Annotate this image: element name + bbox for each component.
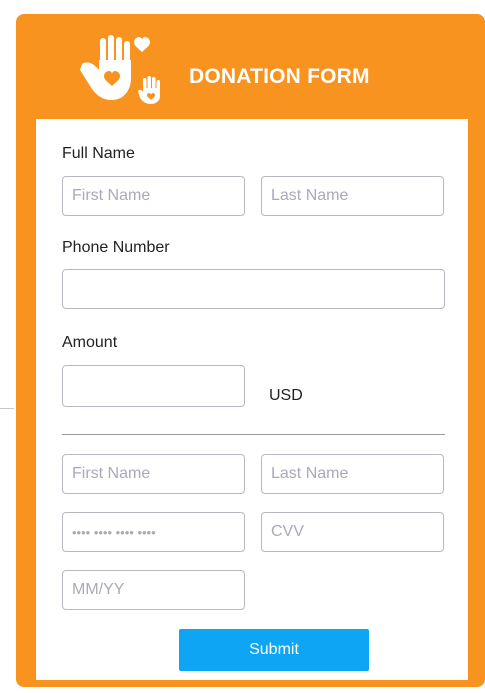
- full-name-label: Full Name: [62, 145, 135, 162]
- card-last-name-input[interactable]: [261, 454, 444, 494]
- form-title: DONATION FORM: [189, 65, 370, 88]
- stray-divider: [0, 408, 14, 409]
- amount-label: Amount: [62, 334, 118, 351]
- section-divider: [62, 434, 445, 435]
- first-name-input[interactable]: [62, 176, 245, 216]
- phone-input[interactable]: [62, 269, 445, 309]
- hands-heart-icon: [80, 35, 160, 104]
- expiry-input[interactable]: [62, 570, 245, 610]
- phone-label: Phone Number: [62, 239, 170, 256]
- submit-button[interactable]: Submit: [179, 629, 369, 671]
- cvv-input[interactable]: [261, 512, 444, 552]
- card-first-name-input[interactable]: [62, 454, 245, 494]
- form-panel: Full Name Phone Number Amount USD Submit: [36, 119, 468, 680]
- donation-card: DONATION FORM Full Name Phone Number Amo…: [16, 14, 485, 687]
- amount-input[interactable]: [62, 365, 245, 407]
- card-number-input[interactable]: [62, 512, 245, 552]
- form-header: DONATION FORM: [16, 14, 485, 119]
- last-name-input[interactable]: [261, 176, 444, 216]
- currency-label: USD: [269, 387, 303, 404]
